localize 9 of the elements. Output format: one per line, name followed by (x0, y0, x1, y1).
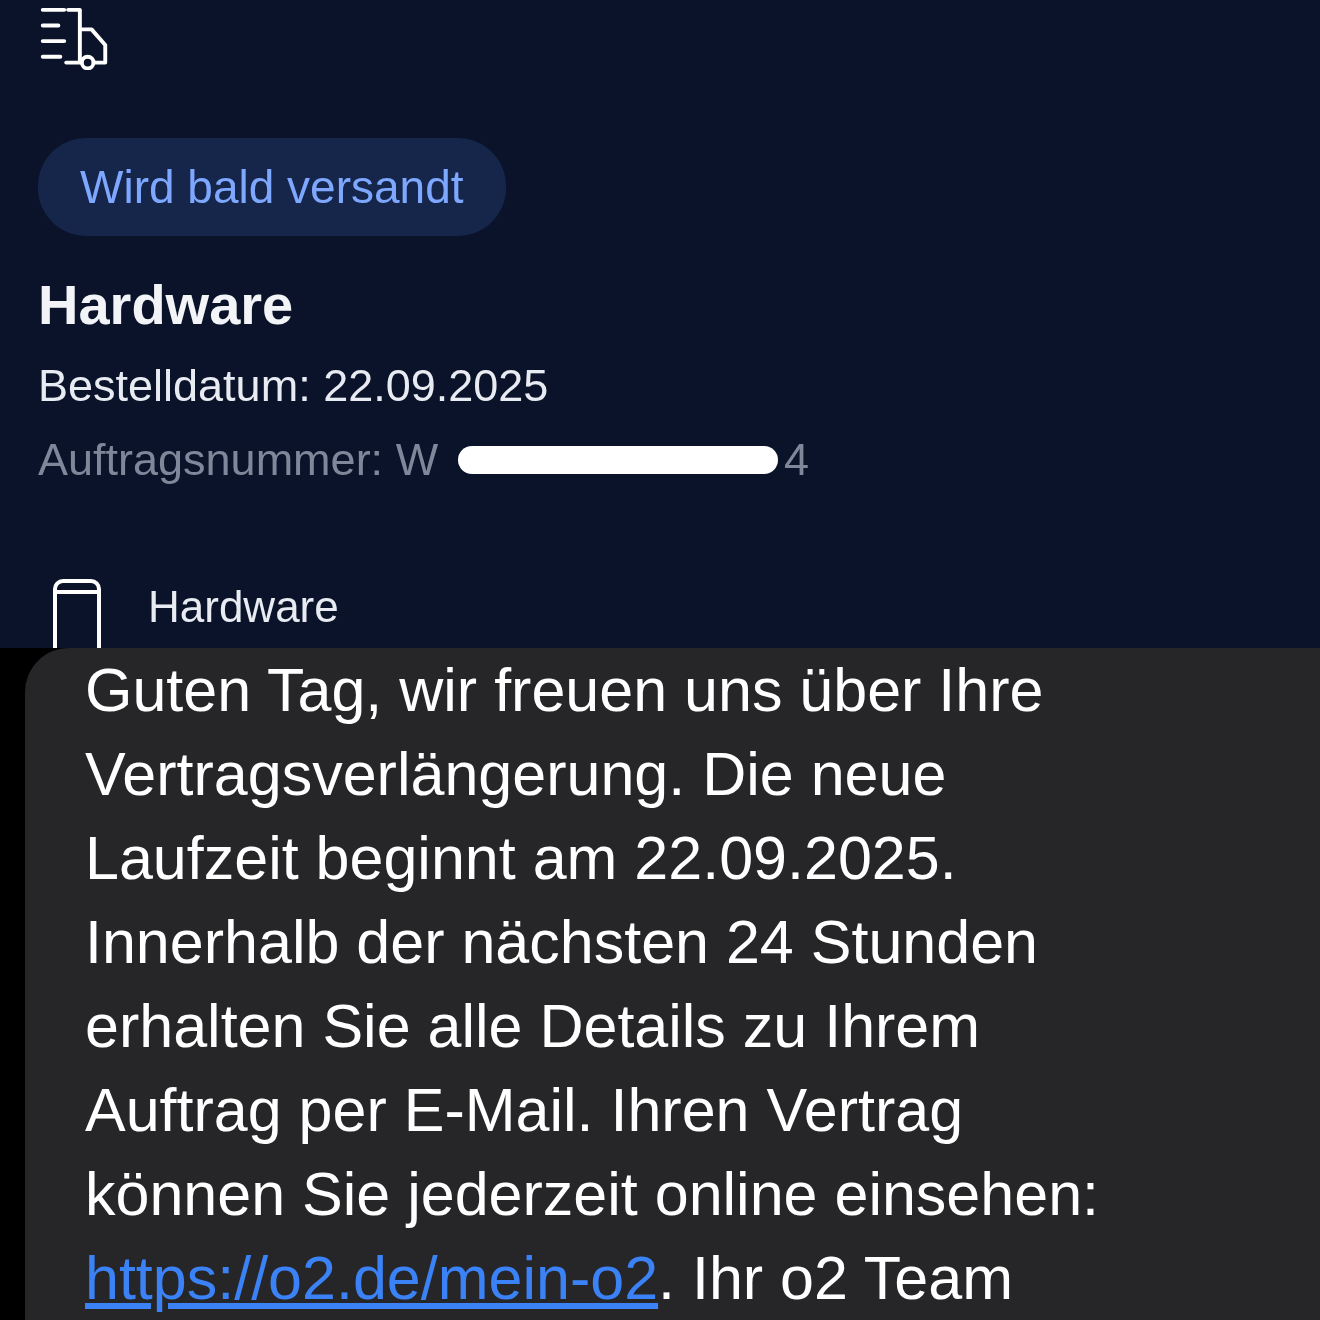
phone-icon (52, 578, 102, 648)
order-number-end: 4 (784, 434, 810, 486)
order-number: Auftragsnummer: W (38, 434, 439, 486)
status-badge: Wird bald versandt (38, 138, 506, 237)
message-text: Guten Tag, wir freuen uns über Ihre Vertragsverlängerung. Die neue Laufzeit beginnt am 22.09.2025. Innerhalb der nächsten 24 Stunden erhalten Sie alle Details zu Ihrem Auftrag per E-Mail. Ihren Vertrag können Sie jederzeit online einsehen: https://o2.de/mein-o2. Ihr o2 Team (85, 655, 1100, 1314)
link[interactable]: https://o2.de/mein-o2 (85, 1244, 659, 1312)
order-date: Bestelldatum: 22.09.2025 (38, 360, 550, 412)
order-title: Hardware (38, 274, 295, 336)
item-label: Hardware (148, 582, 339, 632)
